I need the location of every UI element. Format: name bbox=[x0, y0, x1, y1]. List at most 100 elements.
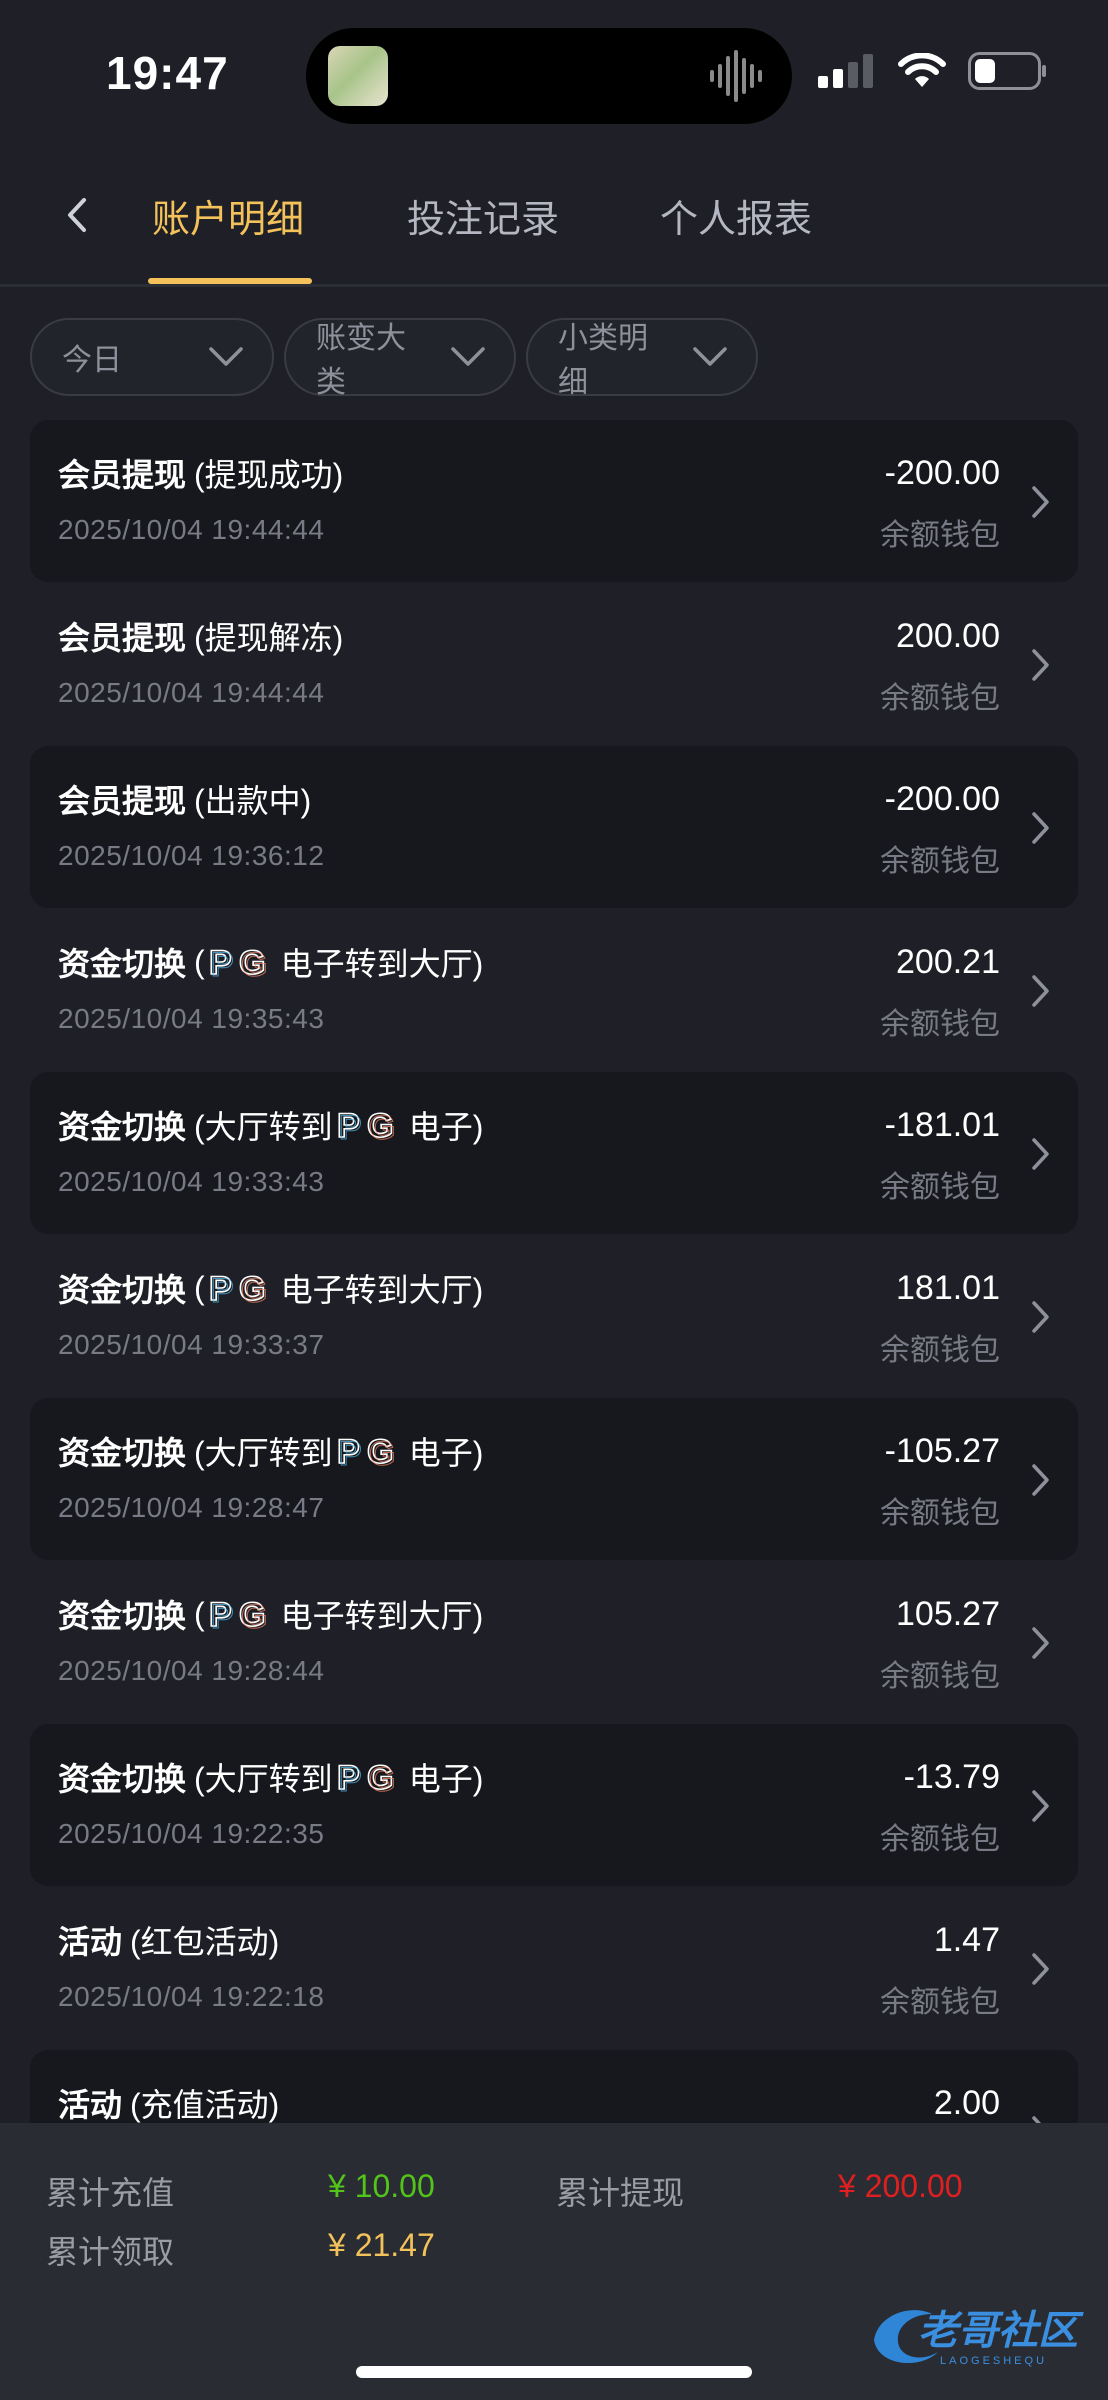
record-title: 会员提现 (出款中) bbox=[58, 776, 311, 822]
record-detail: (P P G G 电子转到大厅) bbox=[194, 1591, 483, 1637]
svg-text:G: G bbox=[241, 946, 267, 980]
total-recharge-value: ¥ 10.00 bbox=[328, 2168, 435, 2204]
svg-text:P: P bbox=[211, 1598, 234, 1632]
chevron-right-icon bbox=[1032, 812, 1049, 844]
record-time: 2025/10/04 19:33:37 bbox=[58, 1329, 325, 1360]
pg-logo-icon: PP GG bbox=[208, 944, 268, 980]
record-amount: 2.00 bbox=[933, 2084, 1000, 2122]
record-row[interactable]: 资金切换(P P G G 电子转到大厅) 2025/10/04 19:28:44 105.2… bbox=[30, 1561, 1078, 1723]
record-row[interactable]: 活动 (红包活动) 2025/10/04 19:22:18 1.47 余额钱包 bbox=[30, 1887, 1078, 2049]
record-row[interactable]: 活动 (充值活动) 2.00 bbox=[30, 2050, 1078, 2123]
wifi-icon bbox=[898, 53, 946, 87]
dynamic-island bbox=[306, 28, 792, 124]
svg-text:P: P bbox=[339, 1761, 362, 1795]
record-row[interactable]: 资金切换 (大厅转到 P P G G 电子) 2025/10/04 19:28:47 -105.… bbox=[30, 1398, 1078, 1560]
tab-personal-report[interactable]: 个人报表 bbox=[660, 188, 812, 243]
record-detail-text: ( bbox=[194, 1595, 205, 1632]
record-detail: (充值活动) bbox=[130, 2080, 279, 2123]
record-wallet: 余额钱包 bbox=[880, 1171, 1000, 1204]
record-amount: -181.01 bbox=[884, 1106, 1000, 1144]
record-time: 2025/10/04 19:28:47 bbox=[58, 1492, 325, 1523]
record-type: 活动 bbox=[58, 1924, 123, 1960]
record-wallet: 余额钱包 bbox=[880, 1660, 1000, 1693]
record-detail-text: (出款中) bbox=[194, 783, 312, 819]
record-detail: (红包活动) bbox=[130, 1917, 279, 1963]
record-detail: (大厅转到 P P G G 电子) bbox=[194, 1102, 483, 1148]
svg-text:G: G bbox=[241, 1598, 267, 1632]
total-withdraw-label: 累计提现 bbox=[556, 2175, 685, 2211]
record-row[interactable]: 会员提现 (提现解冻) 2025/10/04 19:44:44 200.00 余额钱包 bbox=[30, 583, 1078, 745]
record-title: 资金切换 (大厅转到 P P G G 电子) bbox=[58, 1102, 483, 1148]
home-indicator[interactable] bbox=[356, 2366, 752, 2378]
record-wallet: 余额钱包 bbox=[880, 1008, 1000, 1041]
pg-logo-icon: PP GG bbox=[336, 1107, 396, 1143]
record-type: 资金切换 bbox=[58, 1435, 187, 1471]
record-time: 2025/10/04 19:28:44 bbox=[58, 1655, 325, 1686]
chevron-down-icon bbox=[451, 347, 485, 366]
record-title: 资金切换(P P G G 电子转到大厅) bbox=[58, 1591, 483, 1637]
record-amount: 1.47 bbox=[933, 1921, 1000, 1959]
record-time: 2025/10/04 19:33:43 bbox=[58, 1166, 325, 1197]
record-row[interactable]: 会员提现 (提现成功) 2025/10/04 19:44:44 -200.00 余额钱包 bbox=[30, 420, 1078, 582]
record-time: 2025/10/04 19:22:18 bbox=[58, 1981, 325, 2012]
chevron-right-icon bbox=[1032, 1790, 1049, 1822]
chevron-right-icon bbox=[1032, 2116, 1042, 2123]
record-row[interactable]: 会员提现 (出款中) 2025/10/04 19:36:12 -200.00 余额钱包 bbox=[30, 746, 1078, 908]
tab-bet-records[interactable]: 投注记录 bbox=[407, 188, 559, 243]
chevron-right-icon bbox=[1032, 649, 1049, 681]
record-detail: (P P G G 电子转到大厅) bbox=[194, 939, 483, 985]
filter-subcategory[interactable]: 小类明细 bbox=[526, 318, 758, 399]
chevron-right-icon bbox=[1032, 1627, 1049, 1659]
filter-subcategory-label: 小类明细 bbox=[558, 322, 648, 399]
filter-category[interactable]: 账变大类 bbox=[284, 318, 516, 399]
record-detail-text: 电子转到大厅) bbox=[280, 946, 484, 982]
record-amount: -200.00 bbox=[884, 780, 1000, 818]
chevron-right-icon bbox=[1032, 1953, 1049, 1985]
record-list[interactable]: 会员提现 (提现成功) 2025/10/04 19:44:44 -200.00 余额钱包… bbox=[30, 420, 1078, 2123]
record-amount: -13.79 bbox=[903, 1758, 1000, 1796]
record-row[interactable]: 资金切换 (大厅转到 P P G G 电子) 2025/10/04 19:22:35 -13.7… bbox=[30, 1724, 1078, 1886]
record-amount: 105.27 bbox=[896, 1595, 1000, 1633]
back-chevron-icon[interactable] bbox=[58, 190, 98, 240]
record-type: 会员提现 bbox=[58, 783, 187, 819]
record-detail: (P P G G 电子转到大厅) bbox=[194, 1265, 483, 1311]
record-row[interactable]: 资金切换(P P G G 电子转到大厅) 2025/10/04 19:35:43 200.2… bbox=[30, 909, 1078, 1071]
record-amount: 200.00 bbox=[896, 617, 1000, 655]
record-time: 2025/10/04 19:22:35 bbox=[58, 1818, 325, 1849]
filter-bar: 今日 账变大类 小类明细 bbox=[30, 318, 758, 399]
record-detail: (大厅转到 P P G G 电子) bbox=[194, 1428, 483, 1474]
chevron-right-icon bbox=[1032, 1464, 1049, 1496]
record-type: 资金切换 bbox=[58, 946, 187, 982]
svg-text:P: P bbox=[211, 946, 234, 980]
svg-text:G: G bbox=[241, 1272, 267, 1306]
chevron-down-icon bbox=[209, 347, 243, 366]
record-detail-text: (提现解冻) bbox=[194, 620, 344, 656]
audio-wave-icon bbox=[710, 50, 762, 102]
record-detail-text: 电子转到大厅) bbox=[280, 1598, 484, 1634]
chevron-right-icon bbox=[1032, 975, 1049, 1007]
chevron-right-icon bbox=[1032, 1301, 1049, 1333]
record-title: 资金切换(P P G G 电子转到大厅) bbox=[58, 939, 483, 985]
pg-logo-icon: PP GG bbox=[336, 1759, 396, 1795]
record-detail-text: (大厅转到 bbox=[194, 1435, 333, 1471]
record-wallet: 余额钱包 bbox=[880, 1986, 1000, 2019]
filter-date[interactable]: 今日 bbox=[30, 318, 274, 396]
filter-date-label: 今日 bbox=[62, 344, 122, 377]
svg-text:G: G bbox=[369, 1761, 395, 1795]
filter-category-label: 账变大类 bbox=[316, 322, 406, 399]
record-row[interactable]: 资金切换 (大厅转到 P P G G 电子) 2025/10/04 19:33:43 -181.… bbox=[30, 1072, 1078, 1234]
record-row[interactable]: 资金切换(P P G G 电子转到大厅) 2025/10/04 19:33:37 181.0… bbox=[30, 1235, 1078, 1397]
signal-icon bbox=[818, 54, 873, 88]
now-playing-thumbnail bbox=[328, 46, 388, 106]
record-amount: -200.00 bbox=[884, 454, 1000, 492]
record-type: 资金切换 bbox=[58, 1761, 187, 1797]
total-claim-value: ¥ 21.47 bbox=[328, 2227, 435, 2263]
record-detail: (提现成功) bbox=[194, 450, 343, 496]
record-wallet: 余额钱包 bbox=[880, 1823, 1000, 1856]
record-type: 资金切换 bbox=[58, 1109, 187, 1145]
record-detail-text: 电子) bbox=[408, 1109, 484, 1145]
record-type: 活动 bbox=[58, 2087, 123, 2123]
svg-text:G: G bbox=[369, 1109, 395, 1143]
battery-icon bbox=[968, 52, 1046, 90]
tab-account-details[interactable]: 账户明细 bbox=[152, 188, 304, 243]
